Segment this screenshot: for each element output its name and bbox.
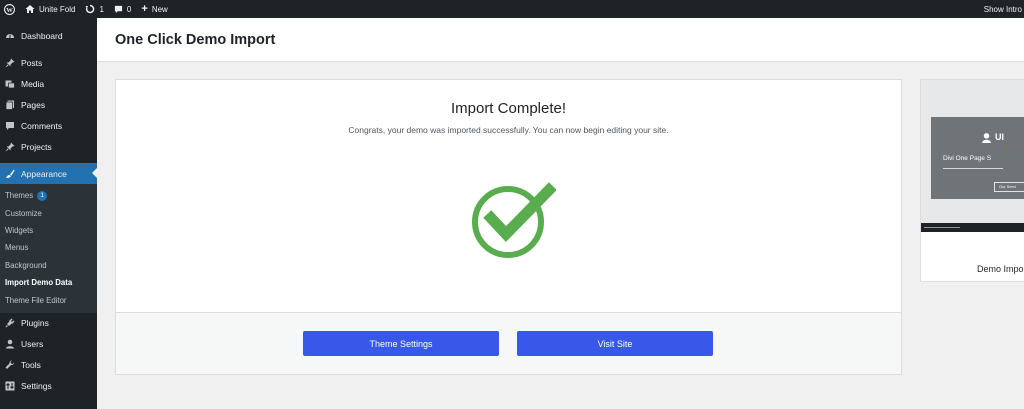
comment-icon bbox=[4, 120, 15, 131]
menu-item-dashboard[interactable]: Dashboard bbox=[0, 25, 97, 46]
demo-thumbnail: UI ▬▬▬▬ Divi One Page S ▬▬▬▬▬▬▬▬▬▬▬▬▬▬▬▬… bbox=[921, 80, 1024, 251]
menu-item-label: Media bbox=[21, 78, 45, 89]
update-count-badge: 1 bbox=[37, 190, 48, 201]
menu-item-tools[interactable]: Tools bbox=[0, 355, 97, 376]
submenu-item-widgets[interactable]: Widgets bbox=[0, 222, 97, 239]
show-intro-link[interactable]: Show Intro bbox=[979, 0, 1024, 18]
menu-item-label: Appearance bbox=[21, 168, 67, 179]
menu-item-settings[interactable]: Settings bbox=[0, 376, 97, 397]
settings-icon bbox=[4, 381, 15, 392]
paintbrush-icon bbox=[4, 168, 15, 179]
menu-item-label: Pages bbox=[21, 99, 46, 110]
pin-icon bbox=[4, 141, 15, 152]
menu-item-label: Dashboard bbox=[21, 30, 63, 41]
comments-count: 0 bbox=[126, 4, 132, 14]
updates-count: 1 bbox=[99, 4, 104, 14]
new-label: New bbox=[151, 4, 168, 14]
wordpress-logo[interactable]: W bbox=[0, 0, 20, 18]
thumbnail-subtitle-lines: ▬▬▬▬▬▬▬▬▬▬▬▬▬▬▬▬▬▬▬▬ bbox=[943, 166, 1003, 170]
menu-item-posts[interactable]: Posts bbox=[0, 52, 97, 73]
site-name: Unite Fold bbox=[39, 4, 76, 14]
new-content-link[interactable]: + New bbox=[136, 0, 172, 18]
menu-item-label: Users bbox=[21, 339, 44, 350]
pin-icon bbox=[4, 57, 15, 68]
thumbnail-title: Divi One Page S bbox=[943, 155, 992, 162]
panel-content: Import Complete! Congrats, your demo was… bbox=[116, 80, 901, 312]
appearance-submenu: Themes 1 Customize Widgets Menus Backgro… bbox=[0, 184, 97, 313]
menu-item-label: Plugins bbox=[21, 318, 49, 329]
menu-item-label: Posts bbox=[21, 57, 43, 68]
menu-item-label: Tools bbox=[21, 360, 41, 371]
comments-link[interactable]: 0 bbox=[109, 0, 136, 18]
visit-site-button[interactable]: Visit Site bbox=[517, 331, 713, 356]
dashboard-icon bbox=[4, 30, 15, 41]
success-check-icon bbox=[472, 182, 556, 258]
comment-icon bbox=[114, 5, 123, 13]
menu-item-plugins[interactable]: Plugins bbox=[0, 313, 97, 334]
submenu-item-themes[interactable]: Themes 1 bbox=[0, 187, 97, 204]
page-header: One Click Demo Import bbox=[97, 18, 1024, 62]
submenu-item-menus[interactable]: Menus bbox=[0, 239, 97, 256]
thumbnail-logo: UI bbox=[995, 132, 1004, 142]
menu-item-pages[interactable]: Pages bbox=[0, 94, 97, 115]
site-name-link[interactable]: Unite Fold bbox=[20, 0, 80, 18]
submenu-item-background[interactable]: Background bbox=[0, 257, 97, 274]
import-success-message: Congrats, your demo was imported success… bbox=[348, 125, 669, 135]
menu-item-label: Projects bbox=[21, 141, 52, 152]
menu-item-users[interactable]: Users bbox=[0, 334, 97, 355]
menu-item-media[interactable]: Media bbox=[0, 73, 97, 94]
demo-card-label: Demo Impo bbox=[977, 264, 1024, 274]
menu-item-projects[interactable]: Projects bbox=[0, 136, 97, 157]
thumbnail-footer-lines: ▬▬▬▬▬▬▬▬▬▬▬▬ bbox=[924, 225, 960, 229]
menu-item-comments[interactable]: Comments bbox=[0, 115, 97, 136]
submenu-item-customize[interactable]: Customize bbox=[0, 204, 97, 221]
menu-item-appearance[interactable]: Appearance bbox=[0, 163, 97, 184]
updates-icon bbox=[85, 4, 95, 14]
wordpress-icon: W bbox=[4, 3, 15, 15]
menu-item-label: Settings bbox=[21, 381, 52, 392]
import-complete-panel: Import Complete! Congrats, your demo was… bbox=[115, 79, 902, 375]
page-title: One Click Demo Import bbox=[115, 32, 276, 48]
admin-bar: W Unite Fold 1 0 + New Show Intro bbox=[0, 0, 1024, 18]
admin-sidebar: Dashboard Posts Media Pages Comments Pro… bbox=[0, 18, 97, 409]
thumbnail-tagline-mark: ▬▬▬▬ bbox=[1003, 143, 1015, 147]
submenu-item-label: Themes bbox=[5, 191, 34, 201]
pages-icon bbox=[4, 99, 15, 110]
import-complete-heading: Import Complete! bbox=[450, 100, 567, 117]
plus-icon: + bbox=[141, 2, 148, 15]
panel-actions: Theme Settings Visit Site bbox=[116, 312, 901, 374]
theme-settings-button[interactable]: Theme Settings bbox=[303, 331, 499, 356]
media-icon bbox=[4, 78, 15, 89]
plug-icon bbox=[4, 318, 15, 329]
thumbnail-button: Our Servi bbox=[994, 182, 1024, 192]
wrench-icon bbox=[4, 360, 15, 371]
svg-text:W: W bbox=[6, 6, 13, 13]
submenu-item-import-demo-data[interactable]: Import Demo Data bbox=[0, 274, 97, 291]
demo-preview-card[interactable]: UI ▬▬▬▬ Divi One Page S ▬▬▬▬▬▬▬▬▬▬▬▬▬▬▬▬… bbox=[920, 79, 1024, 282]
users-icon bbox=[4, 339, 15, 350]
submenu-item-theme-file-editor[interactable]: Theme File Editor bbox=[0, 291, 97, 308]
updates-link[interactable]: 1 bbox=[80, 0, 108, 18]
menu-item-label: Comments bbox=[21, 120, 63, 131]
thumbnail-bottom bbox=[921, 232, 1024, 251]
home-icon bbox=[25, 5, 35, 13]
avatar-icon bbox=[982, 133, 991, 143]
